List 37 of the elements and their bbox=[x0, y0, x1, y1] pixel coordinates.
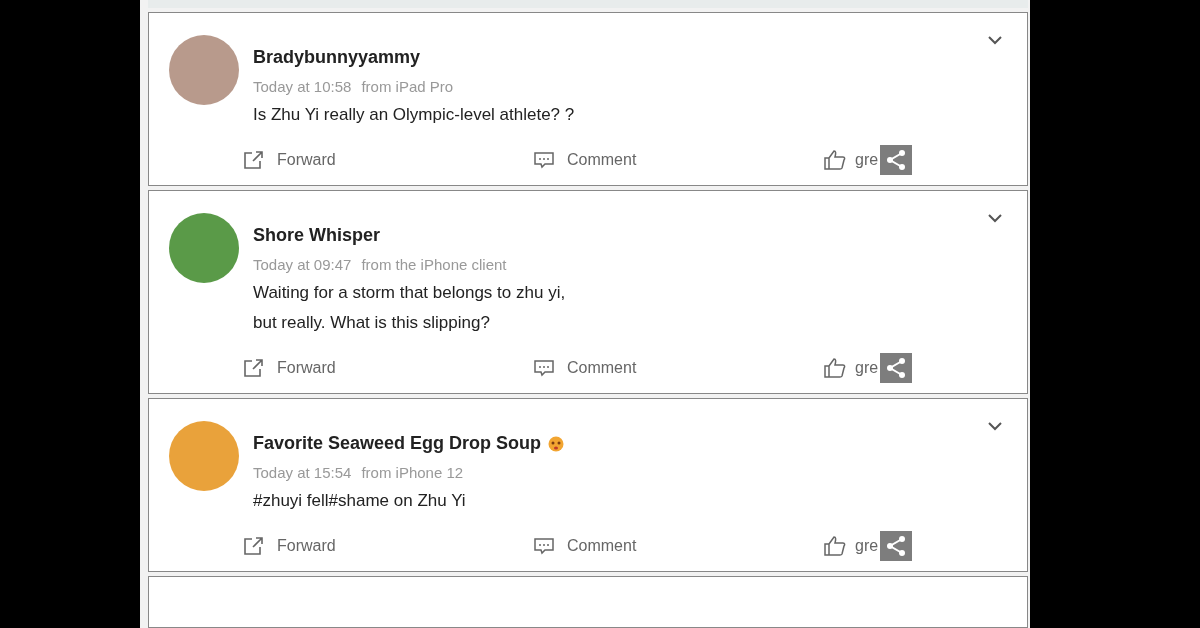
forward-icon bbox=[243, 358, 265, 378]
comment-icon bbox=[533, 358, 555, 378]
post-source: from iPhone 12 bbox=[361, 464, 464, 481]
comment-icon bbox=[533, 150, 555, 170]
forward-icon bbox=[243, 536, 265, 556]
chevron-down-icon[interactable] bbox=[987, 421, 1003, 431]
share-icon[interactable] bbox=[880, 353, 913, 383]
share-icon[interactable] bbox=[880, 145, 913, 175]
comment-link[interactable]: Comment bbox=[533, 150, 823, 170]
author-name[interactable]: Favorite Seaweed Egg Drop Soup bbox=[253, 433, 542, 454]
post-time: Today at 09:47 bbox=[253, 256, 352, 273]
chevron-down-icon[interactable] bbox=[987, 35, 1003, 45]
forward-link[interactable]: Forward bbox=[243, 150, 533, 170]
chevron-down-icon[interactable] bbox=[987, 213, 1003, 223]
post-text: Is Zhu Yi really an Olympic-level athlete? ? bbox=[253, 105, 575, 125]
post-time: Today at 10:58 bbox=[253, 78, 352, 95]
like-link[interactable]: gre bbox=[823, 535, 879, 557]
thumbs-up-icon bbox=[823, 149, 847, 171]
comment-icon bbox=[533, 536, 555, 556]
post-text: Waiting for a storm that belongs to zhu yi, bbox=[253, 283, 566, 303]
post-text: but really. What is this slipping? bbox=[253, 313, 491, 333]
thumbs-up-icon bbox=[823, 357, 847, 379]
forward-link[interactable]: Forward bbox=[243, 358, 533, 378]
comment-link[interactable]: Comment bbox=[533, 358, 823, 378]
post-source: from iPad Pro bbox=[361, 78, 454, 95]
share-icon[interactable] bbox=[880, 531, 913, 561]
comment-link[interactable]: Comment bbox=[533, 536, 823, 556]
author-name[interactable]: Shore Whisper bbox=[253, 225, 381, 246]
forward-link[interactable]: Forward bbox=[243, 536, 533, 556]
thumbs-up-icon bbox=[823, 535, 847, 557]
post-time: Today at 15:54 bbox=[253, 464, 352, 481]
author-name[interactable]: Bradybunnyyammy bbox=[253, 47, 421, 68]
post-text: #zhuyi fell#shame on Zhu Yi bbox=[253, 491, 467, 511]
like-link[interactable]: gre bbox=[823, 357, 879, 379]
like-link[interactable]: gre bbox=[823, 149, 879, 171]
post-source: from the iPhone client bbox=[361, 256, 507, 273]
forward-icon bbox=[243, 150, 265, 170]
